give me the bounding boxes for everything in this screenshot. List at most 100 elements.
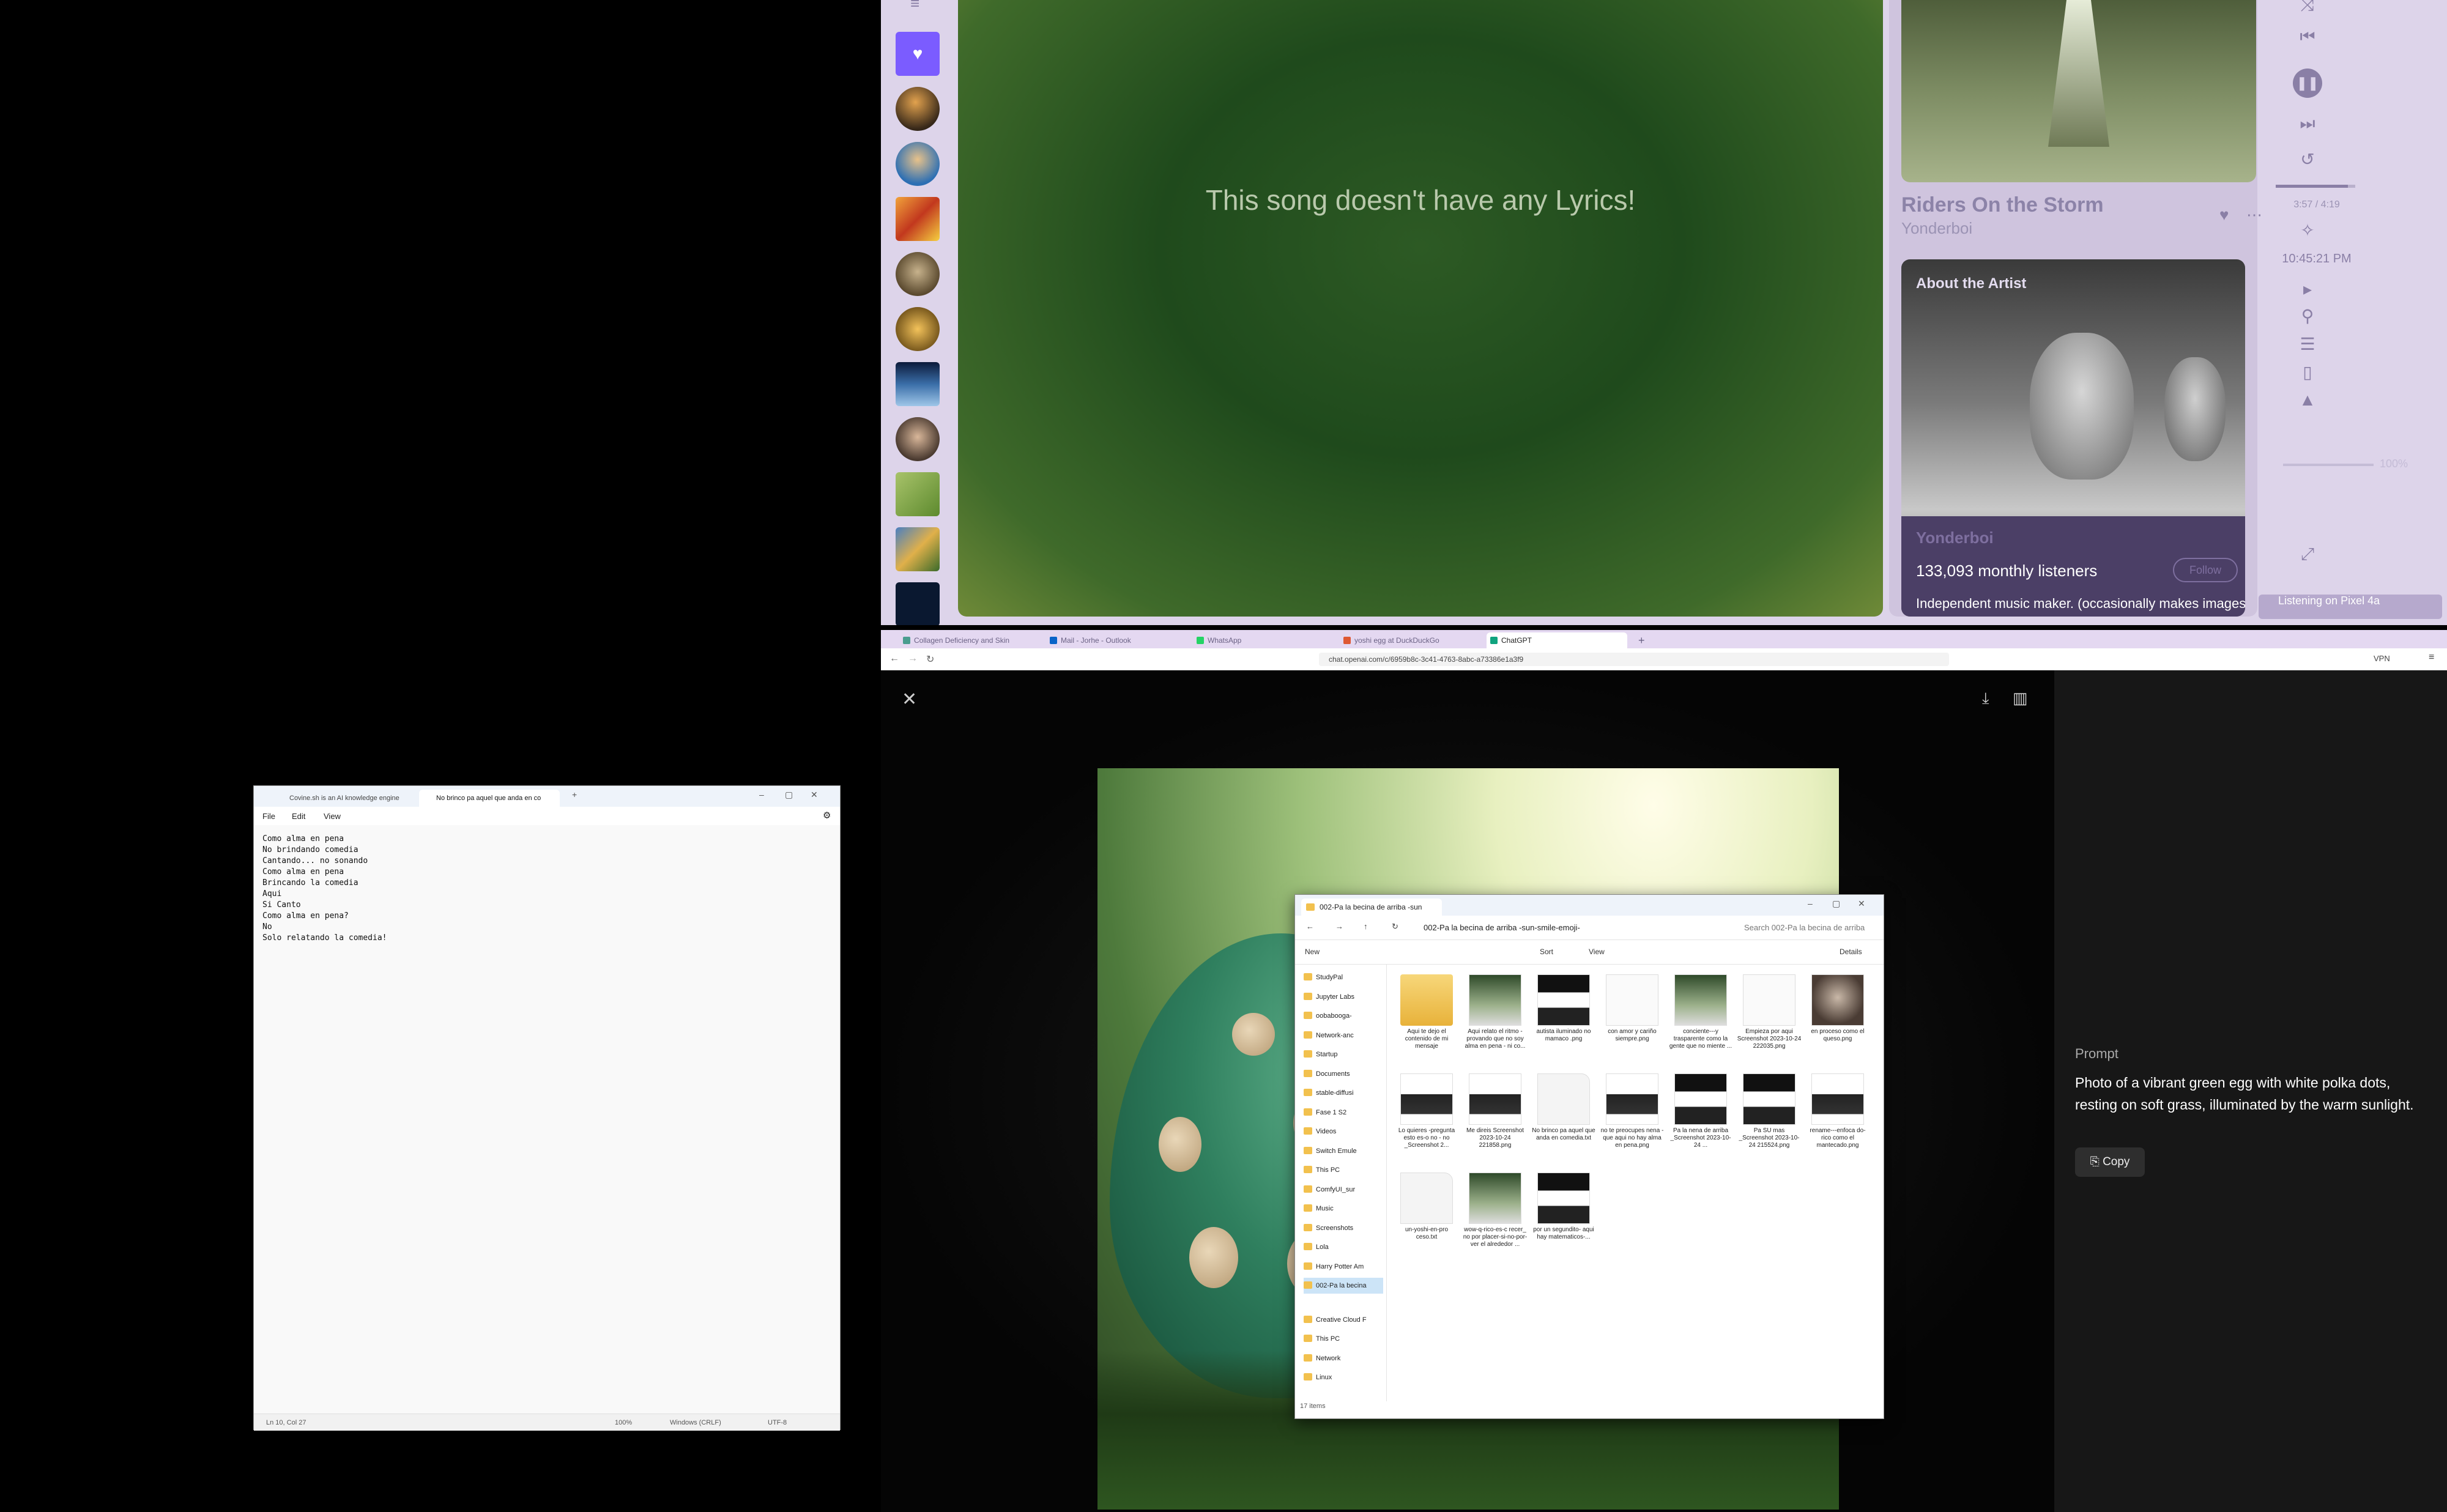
- next-icon[interactable]: ⏭: [2289, 114, 2326, 134]
- notepad-text-area[interactable]: Como alma en pena No brindando comedia Can…: [262, 834, 825, 944]
- menu-file[interactable]: File: [262, 812, 275, 821]
- previous-icon[interactable]: ⏮: [2289, 27, 2326, 47]
- volume-slider[interactable]: [2283, 464, 2374, 466]
- tab-outlook[interactable]: Mail - Jorhe - Outlook: [1046, 632, 1187, 648]
- minimize-icon[interactable]: –: [1808, 899, 1813, 908]
- nav-item[interactable]: 002-Pa la becina: [1304, 1278, 1383, 1294]
- queue-play-icon[interactable]: ▸: [2289, 279, 2326, 299]
- listening-on-device[interactable]: Listening on Pixel 4a: [2259, 595, 2442, 619]
- maximize-icon[interactable]: ▢: [785, 790, 793, 800]
- playlist-cover[interactable]: [896, 472, 940, 516]
- menu-view[interactable]: View: [324, 812, 341, 821]
- playlist-cover[interactable]: [896, 197, 940, 241]
- back-icon[interactable]: ←: [889, 653, 899, 664]
- follow-button[interactable]: Follow: [2173, 558, 2238, 582]
- nav-item[interactable]: Startup: [1304, 1047, 1383, 1062]
- close-icon[interactable]: ✕: [1858, 899, 1865, 909]
- playlist-avatar[interactable]: [896, 142, 940, 186]
- playlist-avatar[interactable]: [896, 87, 940, 131]
- playlist-avatar[interactable]: [896, 307, 940, 351]
- file-item[interactable]: un-yoshi-en-pro ceso.txt: [1394, 1173, 1459, 1241]
- shuffle-icon[interactable]: ⤨: [2289, 0, 2326, 15]
- playlist-cover[interactable]: [896, 582, 940, 625]
- tab-chatgpt[interactable]: ChatGPT: [1487, 632, 1627, 648]
- file-item[interactable]: Pa SU mas _Screenshot 2023-10-24 215524.…: [1737, 1073, 1802, 1149]
- nav-item[interactable]: Harry Potter Am: [1304, 1259, 1383, 1275]
- nav-item[interactable]: ComfyUI_sur: [1304, 1182, 1383, 1198]
- file-item[interactable]: wow-q-rico-es-c recer_ no por placer-si-…: [1463, 1173, 1528, 1248]
- pause-button[interactable]: ❚❚: [2293, 69, 2322, 98]
- forward-icon[interactable]: →: [908, 653, 918, 664]
- nav-item[interactable]: stable-diffusi: [1304, 1085, 1383, 1101]
- file-item[interactable]: rename---enfoca do-rico como el mantecad…: [1805, 1073, 1870, 1149]
- progress-bar[interactable]: [2276, 185, 2355, 188]
- song-title[interactable]: Riders On the Storm: [1901, 193, 2104, 217]
- nav-item[interactable]: Network: [1304, 1351, 1383, 1366]
- file-item[interactable]: autista iluminado no mamaco .png: [1531, 974, 1596, 1043]
- nav-item[interactable]: This PC: [1304, 1331, 1383, 1347]
- details-button[interactable]: Details: [1840, 947, 1862, 956]
- file-item[interactable]: Aqui relato el ritmo - provando que no s…: [1463, 974, 1528, 1050]
- heart-icon[interactable]: ♥: [2219, 206, 2229, 224]
- tab-duckduckgo[interactable]: yoshi egg at DuckDuckGo: [1340, 632, 1480, 648]
- repeat-icon[interactable]: ↺: [2289, 149, 2326, 169]
- minimize-icon[interactable]: –: [759, 790, 764, 799]
- explorer-search[interactable]: Search 002-Pa la becina de arriba: [1739, 920, 1880, 936]
- file-item[interactable]: Empieza por aqui Screenshot 2023-10-24 2…: [1737, 974, 1802, 1050]
- url-field[interactable]: chat.openai.com/c/6959b8c-3c41-4763-8abc…: [1319, 653, 1949, 666]
- new-tab-icon[interactable]: +: [572, 790, 577, 799]
- file-item[interactable]: conciente---y trasparente como la gente …: [1668, 974, 1733, 1050]
- nav-item[interactable]: Fase 1 S2: [1304, 1105, 1383, 1121]
- tab-whatsapp[interactable]: WhatsApp: [1193, 632, 1334, 648]
- nav-item[interactable]: This PC: [1304, 1162, 1383, 1178]
- menu-edit[interactable]: Edit: [292, 812, 305, 821]
- file-item[interactable]: No brinco pa aquel que anda en comedia.t…: [1531, 1073, 1596, 1142]
- nav-item[interactable]: Creative Cloud F: [1304, 1312, 1383, 1328]
- close-icon[interactable]: ✕: [811, 790, 818, 800]
- playlist-avatar[interactable]: [896, 417, 940, 461]
- file-item[interactable]: con amor y cariño siempre.png: [1600, 974, 1665, 1043]
- sort-button[interactable]: Sort: [1540, 947, 1553, 956]
- back-icon[interactable]: ←: [1306, 922, 1314, 931]
- nav-item[interactable]: Documents: [1304, 1066, 1383, 1082]
- settings-icon[interactable]: ⚙: [823, 810, 831, 821]
- file-item[interactable]: Pa la nena de arriba _Screenshot 2023-10…: [1668, 1073, 1733, 1149]
- download-icon[interactable]: ⤓: [1982, 689, 1989, 708]
- close-icon[interactable]: ✕: [902, 689, 917, 710]
- maximize-icon[interactable]: ▢: [1832, 899, 1840, 909]
- side-panel-icon[interactable]: ▥: [2013, 689, 2028, 708]
- file-item[interactable]: no te preocupes nena - que aqui no hay a…: [1600, 1073, 1665, 1149]
- link-icon[interactable]: ⚲: [2289, 306, 2326, 326]
- view-button[interactable]: View: [1589, 947, 1605, 956]
- vpn-badge[interactable]: VPN: [2374, 654, 2390, 663]
- new-button[interactable]: New: [1305, 947, 1320, 956]
- up-icon[interactable]: ↑: [1364, 922, 1368, 931]
- notepad-tab-active[interactable]: No brinco pa aquel que anda en co: [419, 790, 560, 807]
- nav-item[interactable]: Videos: [1304, 1124, 1383, 1140]
- nav-item[interactable]: StudyPal: [1304, 969, 1383, 985]
- new-tab-icon[interactable]: +: [1633, 632, 1652, 648]
- nav-item[interactable]: Switch Emule: [1304, 1143, 1383, 1159]
- reload-icon[interactable]: ↻: [926, 653, 934, 665]
- fullscreen-icon[interactable]: ⤢: [2289, 544, 2326, 565]
- nav-item[interactable]: oobabooga-: [1304, 1008, 1383, 1024]
- liked-songs-icon[interactable]: ♥: [896, 32, 940, 76]
- nav-item[interactable]: Music: [1304, 1201, 1383, 1217]
- playlist-avatar[interactable]: [896, 252, 940, 296]
- menu-icon[interactable]: ≡: [2429, 652, 2434, 663]
- playlist-cover[interactable]: [896, 362, 940, 406]
- nav-item[interactable]: Network-anc: [1304, 1028, 1383, 1043]
- expand-up-icon[interactable]: ▲: [2289, 390, 2326, 410]
- nav-item[interactable]: Jupyter Labs: [1304, 989, 1383, 1005]
- copy-button[interactable]: ⎘ Copy: [2075, 1147, 2145, 1177]
- refresh-icon[interactable]: ↻: [1392, 922, 1398, 932]
- file-item[interactable]: Aqui te dejo el contenido de mi mensaje: [1394, 974, 1459, 1050]
- file-item[interactable]: en proceso como el queso.png: [1805, 974, 1870, 1043]
- file-item[interactable]: Lo quieres -pregunta esto es-o no - no _…: [1394, 1073, 1459, 1149]
- song-artist[interactable]: Yonderboi: [1901, 219, 1972, 238]
- notepad-tab[interactable]: Covine.sh is an AI knowledge engine: [272, 790, 413, 807]
- forward-icon[interactable]: →: [1335, 922, 1343, 931]
- tab-collagen[interactable]: Collagen Deficiency and Skin: [899, 632, 1040, 648]
- nav-item[interactable]: Lola: [1304, 1239, 1383, 1255]
- nav-item[interactable]: Linux: [1304, 1369, 1383, 1385]
